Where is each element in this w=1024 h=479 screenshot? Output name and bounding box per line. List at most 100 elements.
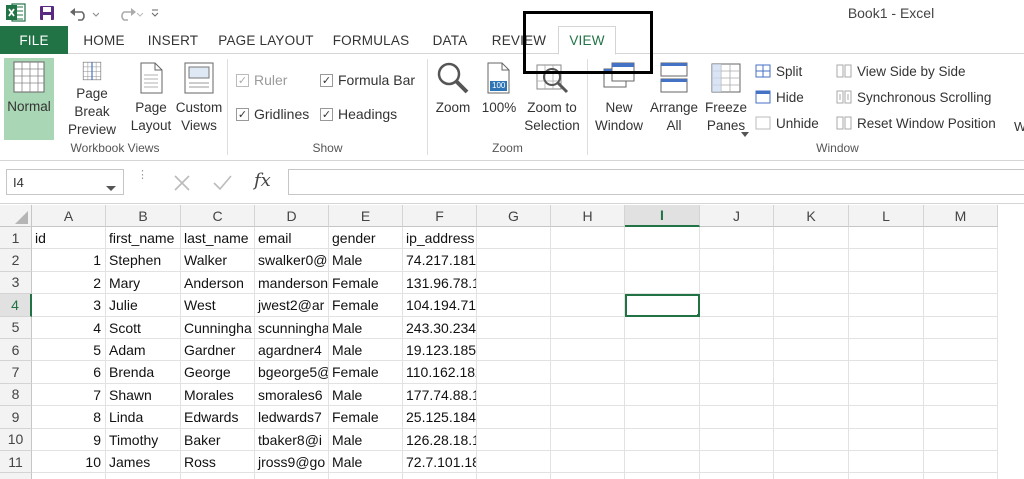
cell-e[interactable]: Female	[329, 361, 403, 384]
customize-qat-icon[interactable]	[148, 2, 162, 24]
cell-i[interactable]	[625, 249, 700, 272]
cell-e[interactable]: Female	[329, 271, 403, 295]
cell-g[interactable]	[477, 383, 551, 407]
select-all-corner[interactable]	[0, 205, 32, 227]
row-header[interactable]: 1	[0, 227, 32, 250]
cell-j[interactable]	[700, 383, 774, 407]
cell-m[interactable]	[924, 361, 998, 384]
cell-c[interactable]: Baker	[181, 428, 255, 451]
cell-d[interactable]: smorales6	[255, 383, 329, 407]
cell-g[interactable]	[477, 271, 551, 295]
cell-a[interactable]: 3	[32, 294, 106, 317]
cell-b[interactable]: Mary	[106, 271, 181, 295]
cell-j[interactable]	[700, 473, 774, 479]
cell-j[interactable]	[700, 316, 774, 339]
fill-handle[interactable]	[696, 312, 698, 315]
cell-f[interactable]: 177.74.88.130	[403, 383, 477, 407]
cell-k[interactable]	[774, 227, 849, 250]
cancel-icon[interactable]	[170, 169, 194, 195]
column-header-j[interactable]: J	[700, 205, 774, 227]
cell-h[interactable]	[551, 316, 625, 339]
cell-f[interactable]: 25.125.184.13	[403, 406, 477, 429]
cell-a[interactable]: 8	[32, 406, 106, 429]
cell-h[interactable]	[551, 428, 625, 451]
reset-window-position-button[interactable]: Reset Window Position	[836, 112, 996, 134]
column-header-h[interactable]: H	[551, 205, 625, 227]
cell-a[interactable]: 1	[32, 249, 106, 272]
cell-f[interactable]: 104.194.71.247	[403, 294, 477, 317]
row-header[interactable]: 7	[0, 361, 32, 384]
cell-i[interactable]	[625, 451, 700, 474]
gridlines-checkbox[interactable]: ✓ Gridlines	[236, 104, 309, 124]
cell-m[interactable]	[924, 383, 998, 407]
cell-k[interactable]	[774, 406, 849, 429]
cell-l[interactable]	[849, 339, 924, 362]
cell-l[interactable]	[849, 473, 924, 479]
page-break-preview-button[interactable]: Page Break Preview	[57, 59, 127, 139]
cell-g[interactable]	[477, 339, 551, 362]
cell-e[interactable]: Male	[329, 383, 403, 407]
formula-input[interactable]	[288, 169, 1024, 195]
cell-j[interactable]	[700, 249, 774, 272]
cell-d[interactable]	[255, 473, 329, 479]
tab-data[interactable]: DATA	[424, 26, 476, 54]
cell-e[interactable]: Male	[329, 451, 403, 474]
column-header-d[interactable]: D	[255, 205, 329, 227]
cell-g[interactable]	[477, 294, 551, 317]
cell-h[interactable]	[551, 383, 625, 407]
cell-c[interactable]: Anderson	[181, 271, 255, 295]
zoom-button[interactable]: Zoom	[430, 59, 476, 139]
cell-d[interactable]: ledwards7	[255, 406, 329, 429]
cell-a[interactable]: id	[32, 227, 106, 250]
cell-h[interactable]	[551, 271, 625, 295]
cell-m[interactable]	[924, 428, 998, 451]
cell-f[interactable]: 126.28.18.194	[403, 428, 477, 451]
cell-h[interactable]	[551, 339, 625, 362]
cell-e[interactable]: Female	[329, 406, 403, 429]
cell-c[interactable]: Edwards	[181, 406, 255, 429]
page-layout-view-button[interactable]: Page Layout	[129, 59, 173, 139]
split-button[interactable]: Split	[755, 60, 802, 82]
cell-l[interactable]	[849, 271, 924, 295]
tab-insert[interactable]: INSERT	[142, 26, 204, 54]
cell-b[interactable]: Brenda	[106, 361, 181, 384]
cell-c[interactable]: George	[181, 361, 255, 384]
cell-d[interactable]: jross9@go	[255, 451, 329, 474]
cell-c[interactable]: Gardner	[181, 339, 255, 362]
column-header-a[interactable]: A	[32, 205, 106, 227]
formula-bar-checkbox[interactable]: ✓ Formula Bar	[320, 70, 415, 90]
cell-b[interactable]: first_name	[106, 227, 181, 250]
cell-i[interactable]	[625, 227, 700, 250]
cell-j[interactable]	[700, 271, 774, 295]
cell-a[interactable]: 5	[32, 339, 106, 362]
cell-k[interactable]	[774, 249, 849, 272]
cell-m[interactable]	[924, 339, 998, 362]
cell-b[interactable]	[106, 473, 181, 479]
unhide-button[interactable]: Unhide	[755, 112, 819, 134]
cell-b[interactable]: Linda	[106, 406, 181, 429]
cell-l[interactable]	[849, 316, 924, 339]
cell-f[interactable]: 243.30.234.41	[403, 316, 477, 339]
cell-l[interactable]	[849, 383, 924, 407]
cell-a[interactable]: 10	[32, 451, 106, 474]
cell-l[interactable]	[849, 451, 924, 474]
view-side-by-side-button[interactable]: View Side by Side	[836, 60, 966, 82]
cell-k[interactable]	[774, 361, 849, 384]
cell-l[interactable]	[849, 428, 924, 451]
cell-h[interactable]	[551, 361, 625, 384]
cell-k[interactable]	[774, 316, 849, 339]
hide-button[interactable]: Hide	[755, 86, 804, 108]
row-header[interactable]: 9	[0, 406, 32, 429]
cell-d[interactable]: swalker0@	[255, 249, 329, 272]
cell-l[interactable]	[849, 294, 924, 317]
column-header-b[interactable]: B	[106, 205, 181, 227]
row-header[interactable]: 6	[0, 339, 32, 362]
excel-icon[interactable]	[6, 3, 26, 22]
ruler-checkbox[interactable]: ✓ Ruler	[236, 70, 287, 90]
cell-i[interactable]	[625, 361, 700, 384]
cell-g[interactable]	[477, 451, 551, 474]
cell-i[interactable]	[625, 271, 700, 295]
cell-b[interactable]: Julie	[106, 294, 181, 317]
zoom-100-button[interactable]: 100 100%	[479, 59, 519, 139]
cell-h[interactable]	[551, 451, 625, 474]
